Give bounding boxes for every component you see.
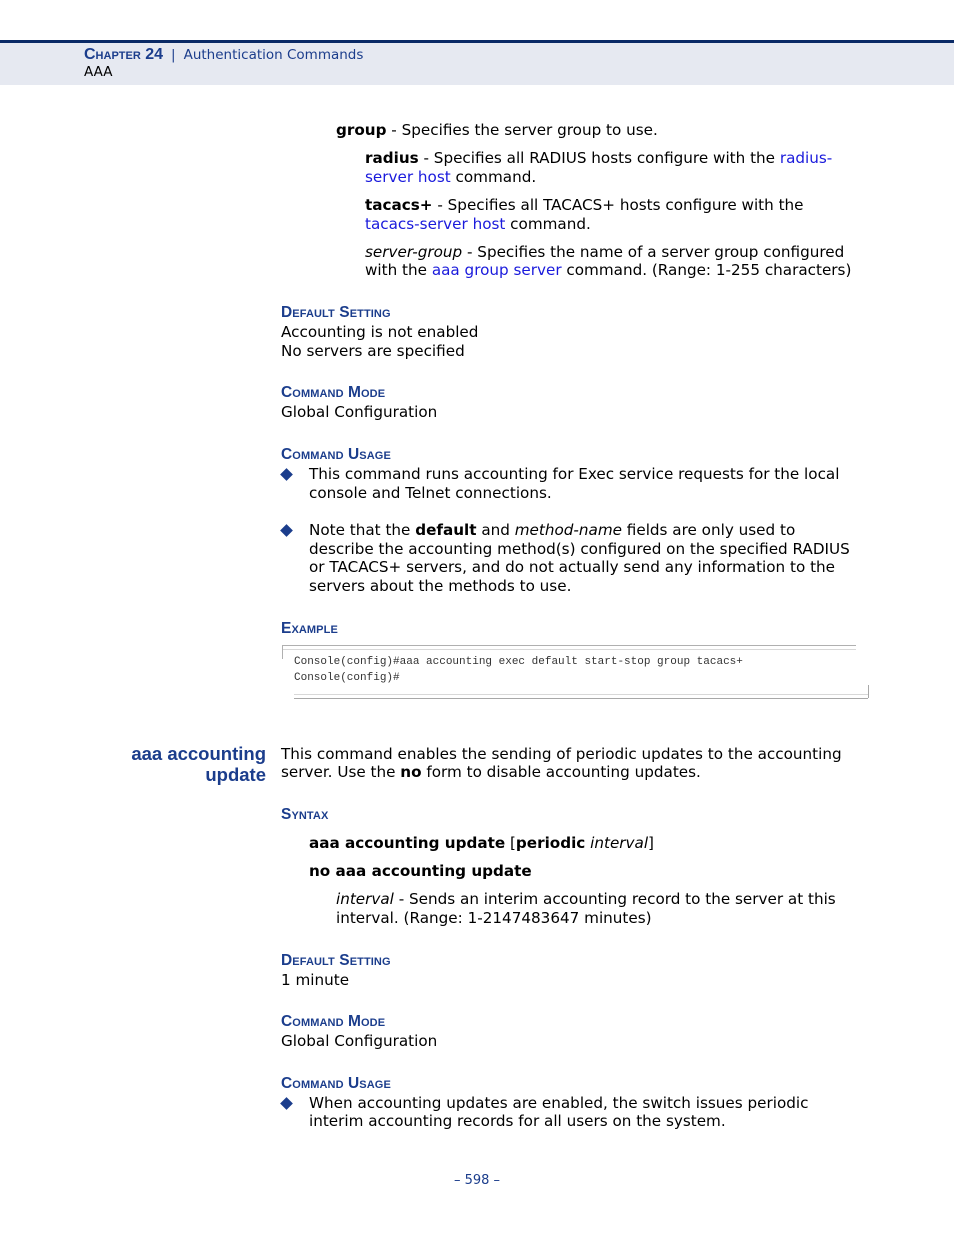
param-server-group-cont: with the aaa group server command. (Rang… <box>365 261 852 279</box>
command-usage-heading: Command Usage <box>281 446 391 463</box>
usage-bullet-text: Note that the default and method-name fi… <box>309 521 796 539</box>
usage-bullet-text: or TACACS+ servers, and do not actually … <box>309 558 835 576</box>
param-server-group: server-group - Specifies the name of a s… <box>365 243 845 261</box>
aaa-group-server-link[interactable]: aaa group server <box>432 261 562 279</box>
default-setting-heading: Default Setting <box>281 304 391 321</box>
param-term: server-group <box>365 243 463 261</box>
param-term: group <box>336 121 387 139</box>
code-line: Console(config)# <box>294 672 400 684</box>
chapter-number: Chapter 24 <box>84 46 164 63</box>
command-usage-heading: Command Usage <box>281 1075 391 1092</box>
header-chapter-line: Chapter 24 | Authentication Commands <box>84 46 363 64</box>
command-description: This command enables the sending of peri… <box>281 745 842 763</box>
chapter-title: Authentication Commands <box>183 47 364 63</box>
syntax-param-cont: interval. (Range: 1-2147483647 minutes) <box>336 909 652 927</box>
syntax-line: aaa accounting update [periodic interval… <box>309 834 654 852</box>
syntax-line: no aaa accounting update <box>309 862 532 880</box>
command-mode-value: Global Configuration <box>281 403 438 421</box>
usage-bullet-text: console and Telnet connections. <box>309 484 552 502</box>
param-tacacs: tacacs+ - Specifies all TACACS+ hosts co… <box>365 196 804 214</box>
page-header: Chapter 24 | Authentication Commands AAA <box>0 43 954 85</box>
syntax-heading: Syntax <box>281 806 329 823</box>
command-name: aaa accounting update <box>131 743 266 785</box>
default-setting-heading: Default Setting <box>281 952 391 969</box>
command-mode-heading: Command Mode <box>281 1013 386 1030</box>
param-term: radius <box>365 149 419 167</box>
section-name: AAA <box>84 64 113 80</box>
param-group: group - Specifies the server group to us… <box>336 121 658 139</box>
tacacs-server-host-link[interactable]: tacacs-server host <box>365 215 505 233</box>
param-radius-cont: server host command. <box>365 168 537 186</box>
param-term: interval <box>336 890 394 908</box>
bullet-diamond-icon <box>280 468 293 481</box>
usage-bullet-text: servers about the methods to use. <box>309 577 572 595</box>
default-setting-line: Accounting is not enabled <box>281 323 479 341</box>
usage-bullet-text: interim accounting records for all users… <box>309 1112 726 1130</box>
bullet-diamond-icon <box>280 524 293 537</box>
command-description-cont: server. Use the no form to disable accou… <box>281 763 701 781</box>
command-mode-heading: Command Mode <box>281 384 386 401</box>
code-line: Console(config)#aaa accounting exec defa… <box>294 656 743 668</box>
param-radius: radius - Specifies all RADIUS hosts conf… <box>365 149 833 167</box>
radius-server-host-link-cont[interactable]: server host <box>365 168 451 186</box>
radius-server-host-link[interactable]: radius- <box>780 149 832 167</box>
example-heading: Example <box>281 620 338 637</box>
usage-bullet-text: This command runs accounting for Exec se… <box>309 465 840 483</box>
param-term: tacacs+ <box>365 196 433 214</box>
usage-bullet-text: When accounting updates are enabled, the… <box>309 1094 809 1112</box>
default-setting-value: 1 minute <box>281 971 350 989</box>
usage-bullet-text: describe the accounting method(s) config… <box>309 540 850 558</box>
command-mode-value: Global Configuration <box>281 1032 438 1050</box>
bullet-diamond-icon <box>280 1097 293 1110</box>
param-tacacs-cont: tacacs-server host command. <box>365 215 591 233</box>
page-number: – 598 – <box>453 1173 501 1188</box>
code-example-box: Console(config)#aaa accounting exec defa… <box>282 645 869 700</box>
default-setting-line: No servers are specified <box>281 342 465 360</box>
syntax-param: interval - Sends an interim accounting r… <box>336 890 836 908</box>
header-separator: | <box>171 47 176 63</box>
